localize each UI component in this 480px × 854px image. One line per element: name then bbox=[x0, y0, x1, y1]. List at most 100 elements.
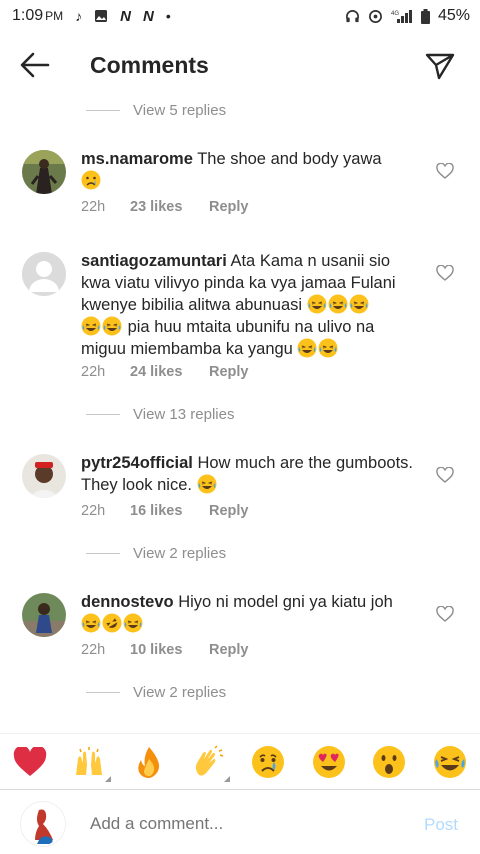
arrow-left-icon bbox=[20, 52, 50, 78]
comment-time: 22h bbox=[81, 364, 106, 380]
variant-indicator bbox=[105, 776, 111, 782]
status-bar: 1:09 PM ♪ N N • 4G 45% bbox=[0, 0, 480, 32]
headphones-icon bbox=[345, 9, 360, 24]
laughing-tears-emoji bbox=[81, 316, 101, 336]
sync-icon bbox=[368, 9, 383, 24]
divider-line bbox=[86, 110, 120, 111]
view-replies-label: View 13 replies bbox=[133, 406, 235, 423]
comment-username[interactable]: pytr254official bbox=[81, 454, 193, 472]
avatar[interactable] bbox=[22, 593, 66, 637]
comment-text: dennostevo Hiyo ni model gni ya kiatu jo… bbox=[81, 591, 421, 635]
comment-likes[interactable]: 23 likes bbox=[130, 199, 209, 215]
current-user-avatar bbox=[20, 801, 66, 847]
comment-likes[interactable]: 10 likes bbox=[130, 642, 209, 658]
view-replies-label: View 5 replies bbox=[133, 102, 227, 119]
view-replies-label: View 2 replies bbox=[133, 545, 227, 562]
sad-face-emoji bbox=[81, 170, 101, 190]
comment-content: Hiyo ni model gni ya kiatu joh bbox=[178, 593, 393, 611]
emoji-raised-hands-button[interactable] bbox=[71, 744, 111, 782]
crying-face-icon bbox=[252, 746, 284, 778]
avatar[interactable] bbox=[22, 252, 66, 296]
emoji-surprised-face-button[interactable] bbox=[371, 744, 407, 780]
like-button[interactable] bbox=[436, 264, 454, 281]
page-title: Comments bbox=[90, 52, 209, 78]
back-button[interactable] bbox=[18, 50, 52, 80]
comment-meta: 22h 16 likes Reply bbox=[81, 503, 249, 519]
divider-line bbox=[86, 414, 120, 415]
view-replies-button[interactable]: View 13 replies bbox=[86, 406, 234, 423]
clapping-hands-icon bbox=[195, 745, 224, 776]
reply-button[interactable]: Reply bbox=[209, 364, 249, 380]
view-replies-button[interactable]: View 5 replies bbox=[86, 102, 226, 119]
emoji-heart-eyes-button[interactable] bbox=[311, 744, 347, 780]
like-button[interactable] bbox=[436, 605, 454, 622]
emoji-quick-bar bbox=[0, 733, 480, 789]
raised-hands-icon bbox=[76, 747, 102, 775]
comment-meta: 22h 10 likes Reply bbox=[81, 642, 249, 658]
comment-time: 22h bbox=[81, 199, 106, 215]
view-replies-button[interactable]: View 2 replies bbox=[86, 545, 226, 562]
header: Comments bbox=[0, 32, 480, 98]
heart-eyes-icon bbox=[313, 746, 345, 778]
comment-content: The shoe and body yawa bbox=[197, 150, 382, 168]
comment-composer: Post bbox=[0, 789, 480, 854]
heart-outline-icon bbox=[436, 466, 454, 483]
dot-icon: • bbox=[165, 8, 171, 24]
rolling-laughing-emoji bbox=[102, 613, 122, 633]
emoji-laughing-tears-button[interactable] bbox=[432, 744, 468, 780]
laughing-tears-emoji bbox=[81, 613, 101, 633]
avatar[interactable] bbox=[22, 150, 66, 194]
laughing-tears-emoji bbox=[102, 316, 122, 336]
reply-button[interactable]: Reply bbox=[209, 642, 249, 658]
laughing-tears-emoji bbox=[328, 294, 348, 314]
laughing-tears-emoji bbox=[307, 294, 327, 314]
music-note-icon: ♪ bbox=[75, 8, 83, 24]
paper-plane-icon bbox=[425, 53, 455, 80]
emoji-clapping-hands-button[interactable] bbox=[190, 744, 230, 782]
laughing-tears-emoji bbox=[123, 613, 143, 633]
surprised-face-icon bbox=[373, 746, 405, 778]
comment-time: 22h bbox=[81, 503, 106, 519]
post-button[interactable]: Post bbox=[424, 815, 458, 835]
view-replies-label: View 2 replies bbox=[133, 684, 227, 701]
like-button[interactable] bbox=[436, 162, 454, 179]
comment-likes[interactable]: 16 likes bbox=[130, 503, 209, 519]
laughing-tears-emoji bbox=[349, 294, 369, 314]
laughing-tears-emoji bbox=[318, 338, 338, 358]
comment-meta: 22h 23 likes Reply bbox=[81, 199, 249, 215]
comment-input[interactable] bbox=[90, 814, 390, 834]
view-replies-button[interactable]: View 2 replies bbox=[86, 684, 226, 701]
share-button[interactable] bbox=[424, 50, 456, 82]
divider-line bbox=[86, 553, 120, 554]
avatar[interactable] bbox=[22, 454, 66, 498]
notification-n-icon: N bbox=[142, 7, 154, 25]
laughing-tears-emoji bbox=[297, 338, 317, 358]
comment-username[interactable]: dennostevo bbox=[81, 593, 174, 611]
emoji-fire-button[interactable] bbox=[131, 744, 167, 780]
comment-likes[interactable]: 24 likes bbox=[130, 364, 209, 380]
laughing-tears-icon bbox=[434, 746, 466, 778]
battery-percent: 45% bbox=[437, 7, 470, 24]
heart-icon bbox=[13, 747, 47, 776]
variant-indicator bbox=[224, 776, 230, 782]
reply-button[interactable]: Reply bbox=[209, 503, 249, 519]
comment-time: 22h bbox=[81, 642, 106, 658]
comment-username[interactable]: santiagozamuntari bbox=[81, 252, 227, 270]
comment-meta: 22h 24 likes Reply bbox=[81, 364, 249, 380]
emoji-heart-button[interactable] bbox=[12, 744, 48, 780]
heart-outline-icon bbox=[436, 264, 454, 281]
comment-text: santiagozamuntari Ata Kama n usanii sio … bbox=[81, 250, 421, 360]
image-icon bbox=[94, 9, 108, 23]
heart-outline-icon bbox=[436, 605, 454, 622]
comment-username[interactable]: ms.namarome bbox=[81, 150, 193, 168]
signal-icon: 4G bbox=[391, 9, 413, 23]
reply-button[interactable]: Reply bbox=[209, 199, 249, 215]
like-button[interactable] bbox=[436, 466, 454, 483]
comment-text: ms.namarome The shoe and body yawa bbox=[81, 148, 421, 192]
notification-n-icon: N bbox=[120, 7, 131, 25]
fire-icon bbox=[138, 747, 160, 778]
divider-line bbox=[86, 692, 120, 693]
emoji-crying-face-button[interactable] bbox=[250, 744, 286, 780]
laughing-tears-emoji bbox=[197, 474, 217, 494]
status-time: 1:09 PM bbox=[12, 7, 64, 24]
